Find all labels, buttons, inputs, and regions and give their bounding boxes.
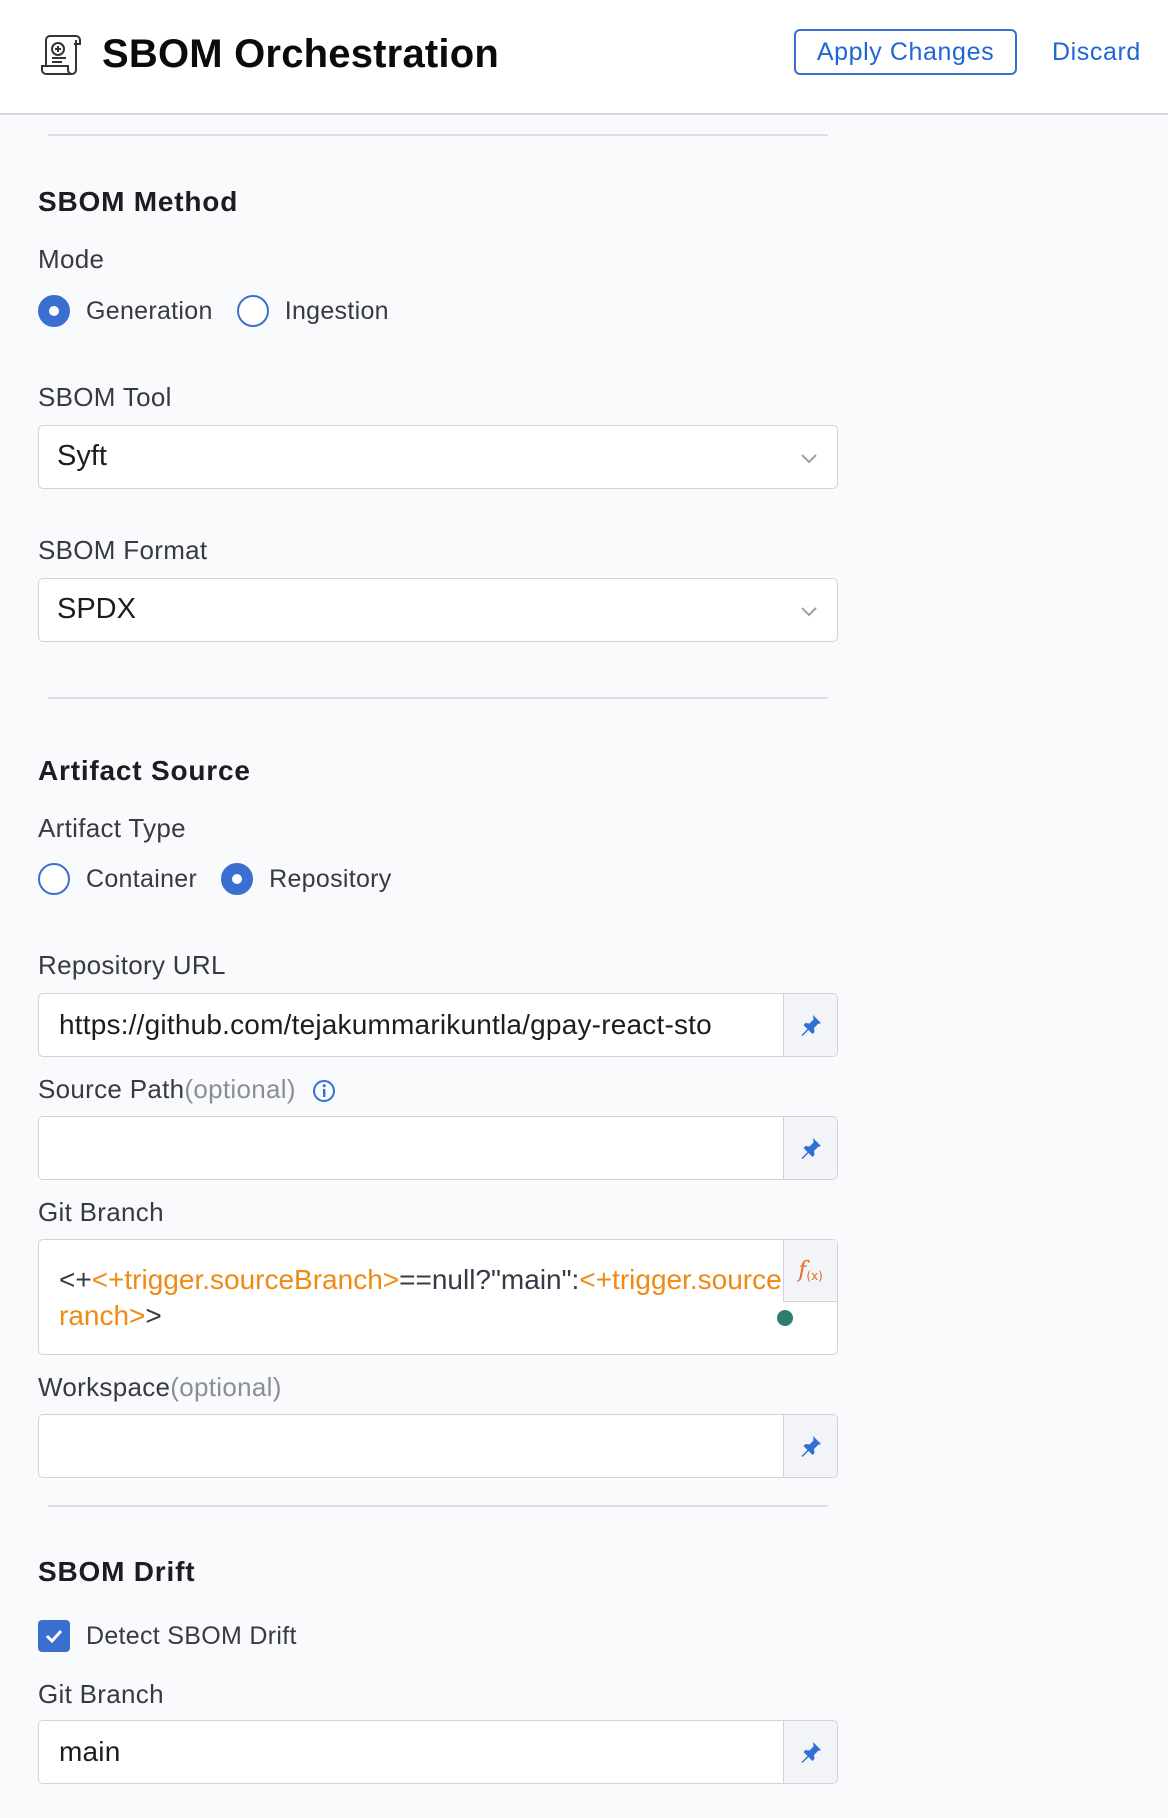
divider <box>48 697 828 699</box>
expr-part: ==null?"main": <box>399 1264 580 1295</box>
mode-label: Mode <box>38 244 105 274</box>
sbom-tool-select[interactable]: Syft <box>38 425 838 489</box>
mode-radio-group: Generation Ingestion <box>38 294 413 328</box>
radio-circle[interactable] <box>38 295 70 327</box>
pin-icon <box>801 1015 821 1036</box>
chevron-down-icon <box>801 607 817 617</box>
radio-generation[interactable]: Generation <box>38 295 213 327</box>
pin-icon <box>801 1436 821 1457</box>
scroll-document-icon <box>41 35 81 75</box>
radio-label: Generation <box>86 296 213 325</box>
section-title-artifact-source: Artifact Source <box>38 755 251 786</box>
source-path-label: Source Path(optional) <box>38 1074 337 1105</box>
info-icon[interactable] <box>311 1078 337 1104</box>
optional-tag: (optional) <box>184 1074 296 1104</box>
artifact-type-radio-group: Container Repository <box>38 862 416 896</box>
divider <box>48 134 828 136</box>
workspace-label: Workspace(optional) <box>38 1372 282 1403</box>
sbom-format-value: SPDX <box>57 593 136 625</box>
detect-sbom-drift-checkbox-row[interactable]: Detect SBOM Drift <box>38 1620 297 1652</box>
repository-url-field[interactable]: https://github.com/tejakummarikuntla/gpa… <box>38 993 838 1057</box>
page-header: SBOM Orchestration Apply Changes Discard <box>0 0 1168 115</box>
git-branch-expression[interactable]: <+<+trigger.sourceBranch>==null?"main":<… <box>59 1262 807 1334</box>
status-dot <box>777 1310 793 1326</box>
function-icon: f <box>798 1258 807 1283</box>
detect-sbom-drift-label: Detect SBOM Drift <box>86 1621 297 1650</box>
detect-sbom-drift-checkbox[interactable] <box>38 1620 70 1652</box>
radio-circle[interactable] <box>221 863 254 895</box>
radio-circle[interactable] <box>38 863 70 895</box>
artifact-type-label: Artifact Type <box>38 813 186 843</box>
git-branch-label: Git Branch <box>38 1197 164 1227</box>
sbom-format-label: SBOM Format <box>38 535 208 565</box>
expr-token: <+trigger.sourceBranch> <box>91 1264 400 1295</box>
chevron-down-icon <box>801 454 817 464</box>
workspace-field[interactable] <box>38 1414 838 1478</box>
section-title-sbom-drift: SBOM Drift <box>38 1556 196 1587</box>
radio-repository[interactable]: Repository <box>221 863 392 895</box>
sbom-tool-value: Syft <box>57 440 107 472</box>
apply-changes-button[interactable]: Apply Changes <box>794 29 1017 75</box>
expression-mode-button[interactable]: f (x) <box>783 1240 837 1302</box>
divider <box>48 1505 828 1507</box>
radio-container[interactable]: Container <box>38 863 197 895</box>
drift-git-branch-label: Git Branch <box>38 1679 164 1709</box>
pin-button[interactable] <box>783 1721 837 1783</box>
radio-label: Container <box>86 864 198 893</box>
discard-button[interactable]: Discard <box>1052 29 1141 75</box>
section-title-sbom-method: SBOM Method <box>38 186 239 217</box>
source-path-field[interactable] <box>38 1116 838 1180</box>
drift-git-branch-field[interactable]: main <box>38 1720 838 1784</box>
radio-circle[interactable] <box>236 295 269 327</box>
pin-icon <box>801 1138 821 1159</box>
sbom-format-select[interactable]: SPDX <box>38 578 838 642</box>
optional-tag: (optional) <box>170 1372 282 1402</box>
repository-url-label: Repository URL <box>38 950 226 980</box>
repository-url-value[interactable]: https://github.com/tejakummarikuntla/gpa… <box>59 1009 799 1041</box>
radio-ingestion[interactable]: Ingestion <box>236 295 389 327</box>
page-title: SBOM Orchestration <box>102 32 499 76</box>
pin-button[interactable] <box>783 1415 837 1477</box>
pin-button[interactable] <box>783 994 837 1056</box>
source-path-label-text: Source Path <box>38 1074 185 1104</box>
drift-git-branch-value[interactable]: main <box>59 1736 799 1768</box>
expr-part: > <box>145 1300 162 1331</box>
pin-button[interactable] <box>783 1117 837 1179</box>
sbom-tool-label: SBOM Tool <box>38 382 172 412</box>
radio-label: Repository <box>269 864 392 893</box>
workspace-label-text: Workspace <box>38 1372 171 1402</box>
git-branch-expression-field[interactable]: <+<+trigger.sourceBranch>==null?"main":<… <box>38 1239 838 1355</box>
radio-label: Ingestion <box>284 296 389 325</box>
pin-icon <box>801 1742 821 1763</box>
expr-part: <+ <box>59 1264 92 1295</box>
checkmark-icon <box>45 1629 63 1644</box>
